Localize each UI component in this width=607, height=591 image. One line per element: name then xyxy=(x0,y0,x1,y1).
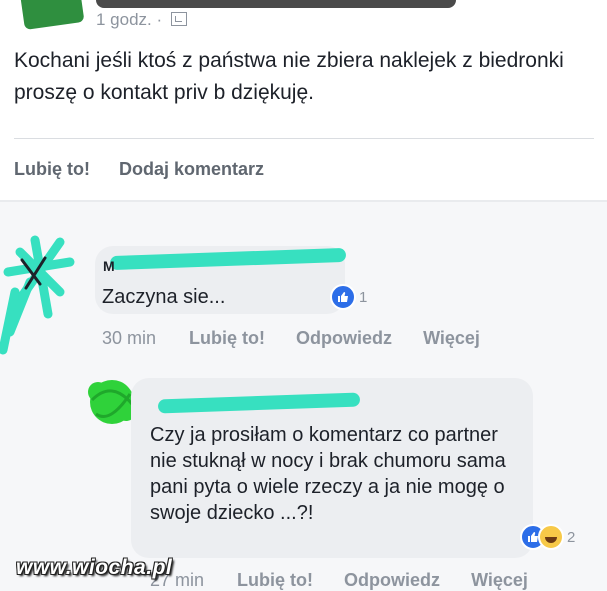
reply-more-button[interactable]: Więcej xyxy=(471,570,528,590)
reply-like-button[interactable]: Lubię to! xyxy=(237,570,313,590)
reaction-count: 1 xyxy=(359,288,368,306)
post-text: Kochani jeśli ktoś z państwa nie zbiera … xyxy=(14,49,564,104)
like-icon xyxy=(330,284,356,310)
reaction-count: 2 xyxy=(567,528,576,546)
site-watermark: www.wiocha.pl xyxy=(16,556,173,579)
post-like-button[interactable]: Lubię to! xyxy=(14,159,90,179)
post-comment-button[interactable]: Dodaj komentarz xyxy=(119,159,264,179)
post-header: 1 godz. · xyxy=(0,0,607,40)
comment-avatar-censored xyxy=(0,235,75,355)
comment-author-initial[interactable]: M xyxy=(103,258,115,274)
comment-actions: 30 min Lubię to! Odpowiedz Więcej xyxy=(102,328,506,349)
comment-text: Zaczyna sie... xyxy=(102,286,226,308)
post-author-avatar-censored xyxy=(19,0,85,30)
section-separator xyxy=(0,200,607,202)
post-card: 1 godz. · Kochani jeśli ktoś z państwa n… xyxy=(0,0,607,200)
post-meta: 1 godz. · xyxy=(96,10,187,30)
post-actions: Lubię to! Dodaj komentarz xyxy=(14,159,288,180)
post-time[interactable]: 1 godz. · xyxy=(96,10,162,29)
comment-time[interactable]: 30 min xyxy=(102,328,156,348)
comment-more-button[interactable]: Więcej xyxy=(423,328,480,348)
post-author-name-censored xyxy=(96,0,456,8)
reply-actions: 27 min Lubię to! Odpowiedz Więcej xyxy=(150,570,554,591)
divider xyxy=(14,138,594,139)
reply-reply-button[interactable]: Odpowiedz xyxy=(344,570,440,590)
audience-icon[interactable] xyxy=(170,12,187,26)
reply-reactions[interactable]: 2 xyxy=(520,524,575,550)
comment-reactions[interactable]: 1 xyxy=(330,284,367,310)
reply-text: Czy ja prosiłam o komentarz co partner n… xyxy=(150,424,506,524)
haha-icon xyxy=(538,524,564,550)
comment-reply-button[interactable]: Odpowiedz xyxy=(296,328,392,348)
comment-like-button[interactable]: Lubię to! xyxy=(189,328,265,348)
